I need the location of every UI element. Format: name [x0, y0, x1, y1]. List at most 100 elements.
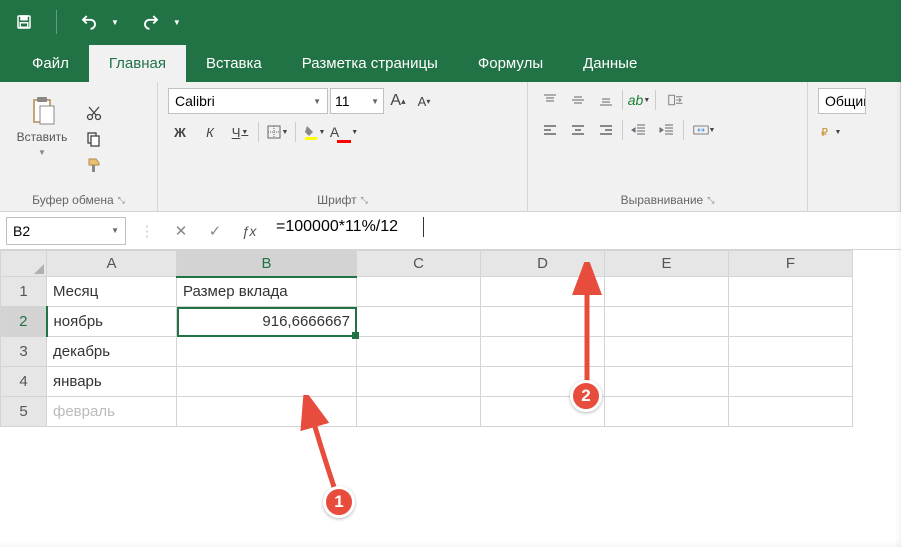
- tab-insert[interactable]: Вставка: [186, 45, 282, 82]
- tab-data[interactable]: Данные: [563, 45, 657, 82]
- font-size-combo[interactable]: 11▼: [330, 88, 384, 114]
- decrease-indent-button[interactable]: [627, 118, 651, 142]
- column-header-b[interactable]: B: [177, 251, 357, 277]
- cell-f4[interactable]: [729, 367, 853, 397]
- cell-a3[interactable]: декабрь: [47, 337, 177, 367]
- alignment-launcher-icon[interactable]: ⤡: [707, 195, 714, 206]
- cell-c3[interactable]: [357, 337, 481, 367]
- tab-page-layout[interactable]: Разметка страницы: [282, 45, 458, 82]
- cell-b3[interactable]: [177, 337, 357, 367]
- orientation-button[interactable]: ab▼: [627, 88, 651, 112]
- group-clipboard: Вставить ▼ Буфер обмена ⤡: [0, 82, 158, 211]
- tab-home[interactable]: Главная: [89, 45, 186, 82]
- chevron-down-icon: ▼: [371, 97, 379, 106]
- align-middle-button[interactable]: [566, 88, 590, 112]
- cell-f1[interactable]: [729, 277, 853, 307]
- fx-button[interactable]: ƒx: [236, 218, 262, 244]
- cell-e3[interactable]: [605, 337, 729, 367]
- cell-c5[interactable]: [357, 397, 481, 427]
- row-header-1[interactable]: 1: [1, 277, 47, 307]
- redo-dropdown-icon[interactable]: ▼: [173, 18, 181, 27]
- cell-e4[interactable]: [605, 367, 729, 397]
- tab-file[interactable]: Файл: [12, 45, 89, 82]
- row-header-3[interactable]: 3: [1, 337, 47, 367]
- tab-formulas[interactable]: Формулы: [458, 45, 563, 82]
- column-header-a[interactable]: A: [47, 251, 177, 277]
- ribbon: Вставить ▼ Буфер обмена ⤡ Calibri▼ 11▼ A…: [0, 82, 901, 212]
- cut-button[interactable]: [82, 101, 106, 125]
- column-header-c[interactable]: C: [357, 251, 481, 277]
- cell-f2[interactable]: [729, 307, 853, 337]
- select-all-corner[interactable]: [1, 251, 47, 277]
- name-box[interactable]: B2 ▼: [6, 217, 126, 245]
- clipboard-launcher-icon[interactable]: ⤡: [118, 195, 125, 206]
- font-color-button[interactable]: А▼: [332, 120, 356, 144]
- cell-d3[interactable]: [481, 337, 605, 367]
- chevron-down-icon: ▼: [313, 97, 321, 106]
- align-center-button[interactable]: [566, 118, 590, 142]
- undo-dropdown-icon[interactable]: ▼: [111, 18, 119, 27]
- align-right-button[interactable]: [594, 118, 618, 142]
- merge-button[interactable]: ▼: [688, 118, 720, 142]
- font-launcher-icon[interactable]: ⤡: [361, 195, 368, 206]
- cell-b4[interactable]: [177, 367, 357, 397]
- svg-text:₽: ₽: [821, 127, 828, 139]
- copy-button[interactable]: [82, 127, 106, 151]
- column-header-f[interactable]: F: [729, 251, 853, 277]
- confirm-button[interactable]: ✓: [202, 218, 228, 244]
- quick-access-toolbar: ▼ ▼: [0, 0, 901, 44]
- row-header-2[interactable]: 2: [1, 307, 47, 337]
- cell-c2[interactable]: [357, 307, 481, 337]
- wrap-text-button[interactable]: [660, 88, 692, 112]
- group-number: Общий ₽▼: [808, 82, 901, 211]
- row-header-4[interactable]: 4: [1, 367, 47, 397]
- redo-button[interactable]: [135, 6, 167, 38]
- cell-c4[interactable]: [357, 367, 481, 397]
- formula-input[interactable]: =100000*11%/12: [270, 217, 895, 245]
- cell-b5[interactable]: [177, 397, 357, 427]
- number-format-combo[interactable]: Общий: [818, 88, 866, 114]
- cell-e1[interactable]: [605, 277, 729, 307]
- paste-button[interactable]: Вставить ▼: [6, 86, 78, 164]
- cell-a5[interactable]: февраль: [47, 397, 177, 427]
- cell-d1[interactable]: [481, 277, 605, 307]
- fill-color-button[interactable]: ▼: [302, 120, 326, 144]
- increase-font-button[interactable]: A▴: [386, 89, 410, 113]
- cell-e5[interactable]: [605, 397, 729, 427]
- currency-button[interactable]: ₽▼: [818, 120, 842, 144]
- cancel-button[interactable]: ✕: [168, 218, 194, 244]
- borders-button[interactable]: ▼: [265, 120, 289, 144]
- cell-c1[interactable]: [357, 277, 481, 307]
- group-alignment: ab▼ ▼ Выравнивание ⤡: [528, 82, 808, 211]
- cell-b1[interactable]: Размер вклада: [177, 277, 357, 307]
- align-bottom-button[interactable]: [594, 88, 618, 112]
- underline-button[interactable]: Ч▼: [228, 120, 252, 144]
- separator: [56, 10, 57, 34]
- text-cursor-icon: [423, 217, 424, 237]
- bold-button[interactable]: Ж: [168, 120, 192, 144]
- column-header-d[interactable]: D: [481, 251, 605, 277]
- align-top-button[interactable]: [538, 88, 562, 112]
- decrease-font-button[interactable]: A▾: [412, 89, 436, 113]
- cell-a1[interactable]: Месяц: [47, 277, 177, 307]
- font-name-combo[interactable]: Calibri▼: [168, 88, 328, 114]
- spreadsheet-grid[interactable]: A B C D E F 1 Месяц Размер вклада 2 нояб…: [0, 250, 901, 427]
- align-left-button[interactable]: [538, 118, 562, 142]
- cell-a4[interactable]: январь: [47, 367, 177, 397]
- formula-bar-separator-icon: ⋮: [134, 218, 160, 244]
- save-button[interactable]: [8, 6, 40, 38]
- italic-button[interactable]: К: [198, 120, 222, 144]
- undo-button[interactable]: [73, 6, 105, 38]
- callout-1: 1: [323, 486, 355, 518]
- cell-f3[interactable]: [729, 337, 853, 367]
- paste-label: Вставить: [17, 130, 68, 144]
- column-header-e[interactable]: E: [605, 251, 729, 277]
- cell-f5[interactable]: [729, 397, 853, 427]
- cell-d2[interactable]: [481, 307, 605, 337]
- cell-b2[interactable]: 916,6666667: [177, 307, 357, 337]
- increase-indent-button[interactable]: [655, 118, 679, 142]
- cell-a2[interactable]: ноябрь: [47, 307, 177, 337]
- cell-e2[interactable]: [605, 307, 729, 337]
- format-painter-button[interactable]: [82, 153, 106, 177]
- row-header-5[interactable]: 5: [1, 397, 47, 427]
